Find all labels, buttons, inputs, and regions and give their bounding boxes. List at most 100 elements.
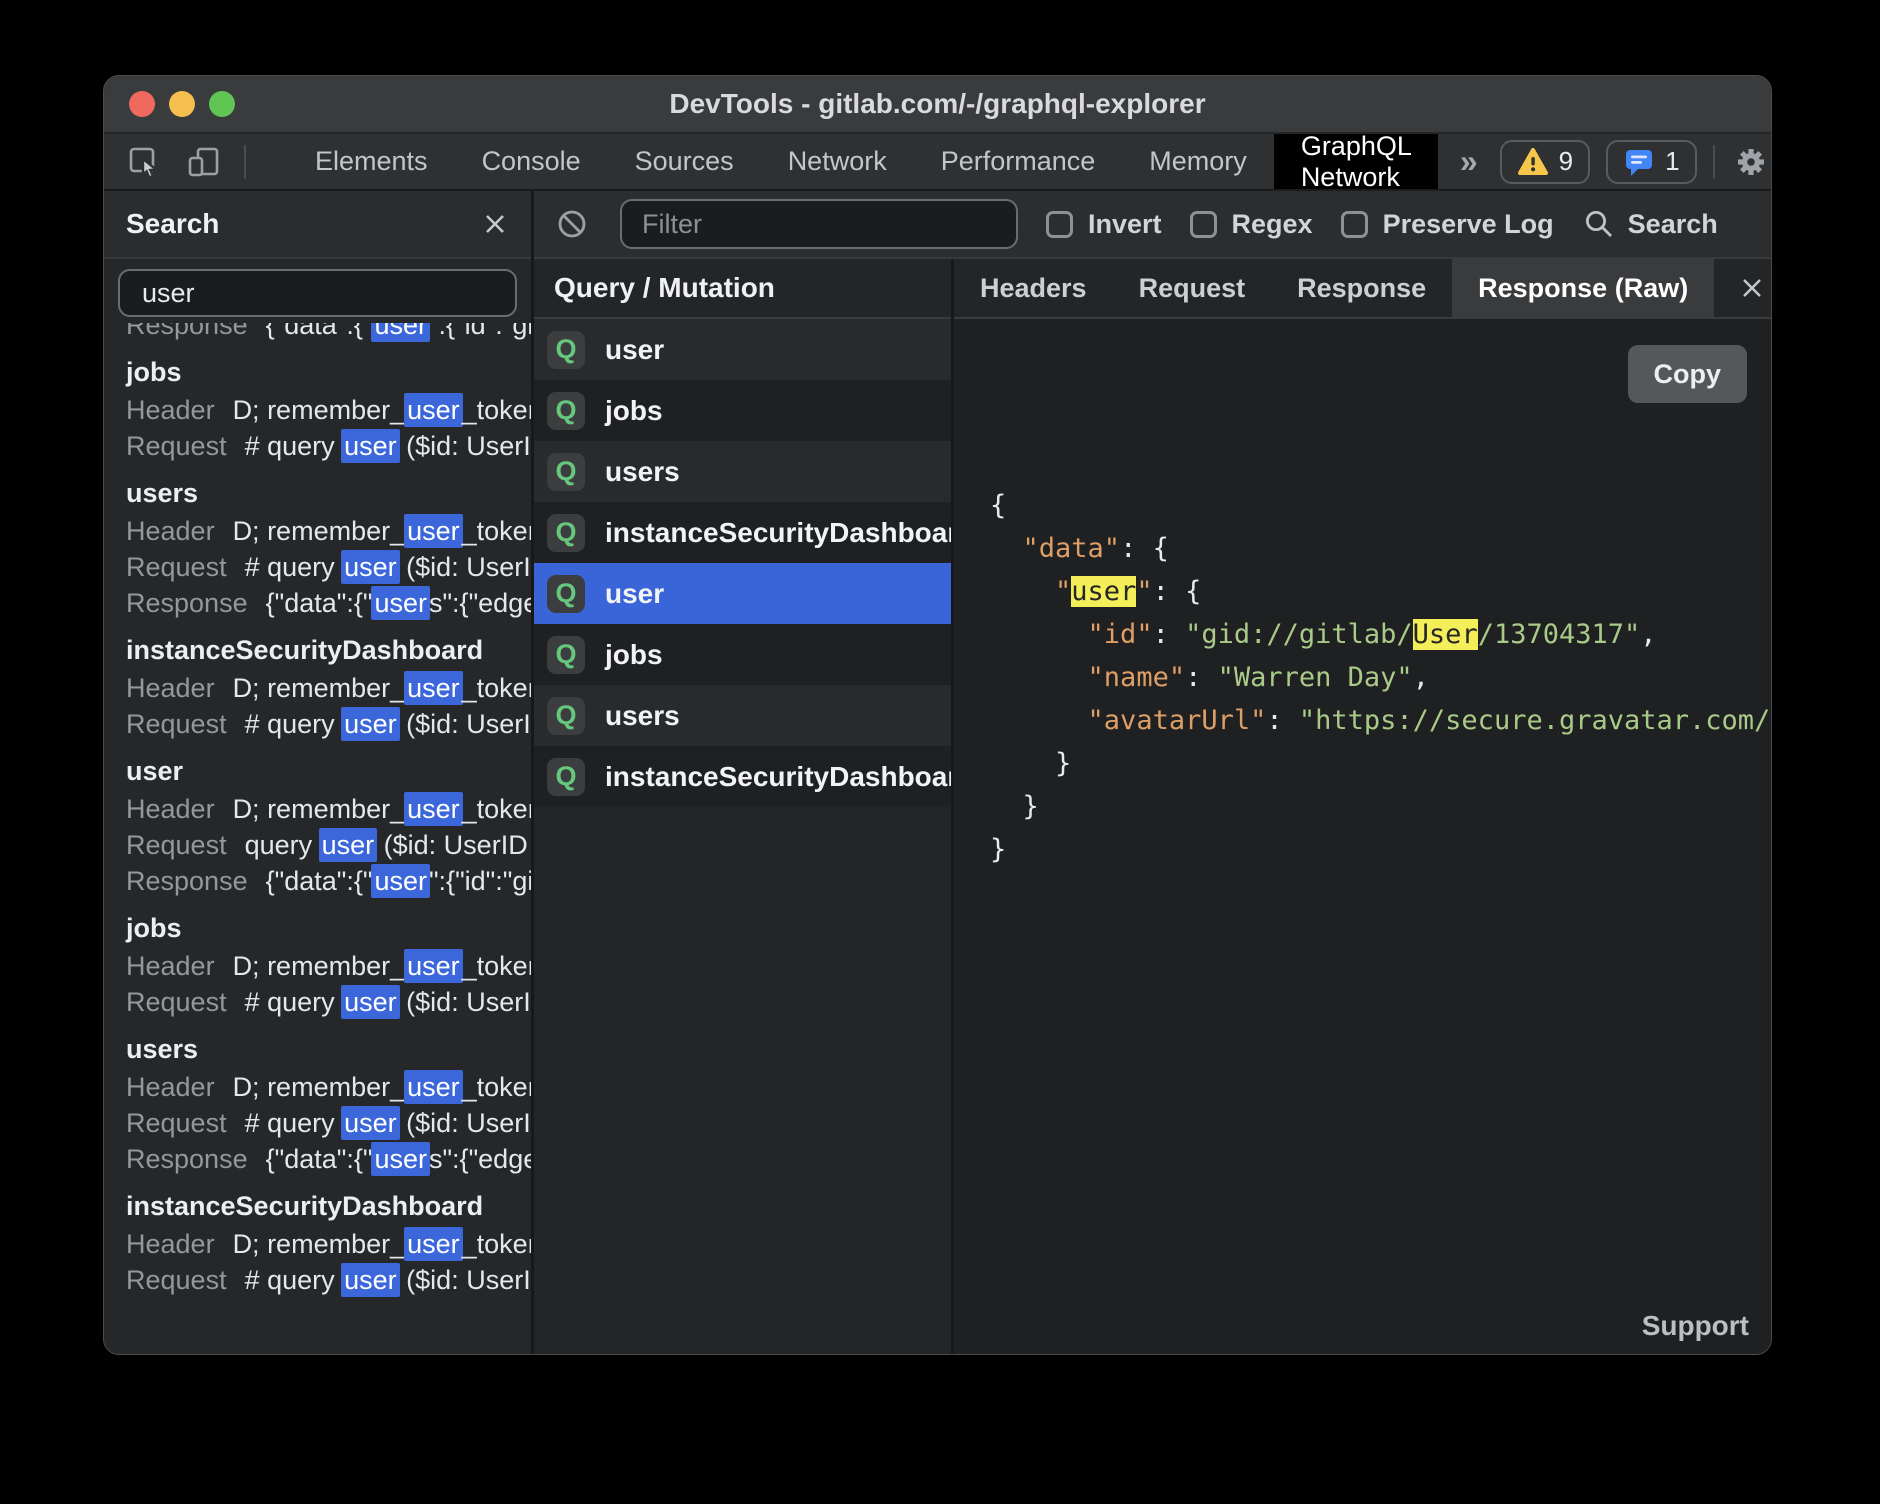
clear-requests-icon[interactable] [552, 202, 592, 246]
query-list-item-jobs[interactable]: Qjobs [534, 380, 951, 441]
preserve-log-checkbox-group[interactable]: Preserve Log [1341, 209, 1554, 240]
tab-performance[interactable]: Performance [914, 134, 1123, 189]
response-raw-json: Copy { "data": { "user": { "id": "gid://… [954, 319, 1771, 1354]
result-field-value: D; remember_user_token=ey [233, 1072, 531, 1102]
filter-input[interactable] [620, 199, 1018, 249]
query-list-item-user[interactable]: Quser [534, 563, 951, 624]
search-input[interactable] [118, 269, 517, 317]
search-result-line[interactable]: HeaderD; remember_user_token=ey [126, 1069, 531, 1105]
query-list-item-label: jobs [605, 639, 663, 671]
query-list-item-users[interactable]: Qusers [534, 441, 951, 502]
search-close-icon[interactable] [481, 210, 509, 238]
tab-console[interactable]: Console [455, 134, 608, 189]
search-result-line[interactable]: Request # query user ($id: UserID [126, 549, 531, 585]
detail-tab-response-raw-[interactable]: Response (Raw) [1452, 259, 1714, 317]
json-line: { [990, 484, 1771, 527]
search-result-line[interactable]: Request# query user ($id: UserID [126, 706, 531, 742]
query-list-item-label: jobs [605, 395, 663, 427]
detail-close-icon[interactable] [1714, 259, 1772, 317]
search-result-line[interactable]: Request# query user ($id: UserID [126, 428, 531, 464]
detail-tab-headers[interactable]: Headers [954, 259, 1113, 317]
search-result-line[interactable]: Response{"data":{"users":{"edges": [126, 1141, 531, 1177]
search-result-line[interactable]: HeaderD; remember_user_token=ey [126, 513, 531, 549]
result-field-label: Request [126, 431, 227, 461]
result-field-value: # query user ($id: UserID [245, 987, 531, 1017]
zoom-window-button[interactable] [209, 91, 235, 117]
regex-checkbox[interactable] [1190, 211, 1217, 238]
search-result-section-title[interactable]: users [126, 473, 531, 513]
match-highlight: user [404, 1070, 463, 1104]
result-field-label: Request [126, 709, 227, 739]
preserve-log-checkbox[interactable] [1341, 211, 1368, 238]
search-result-section-title[interactable]: user [126, 751, 531, 791]
search-result-section-title[interactable]: users [126, 1029, 531, 1069]
result-field-label: Header [126, 516, 215, 546]
tab-elements[interactable]: Elements [288, 134, 455, 189]
invert-checkbox-group[interactable]: Invert [1046, 209, 1162, 240]
tab-memory[interactable]: Memory [1122, 134, 1274, 189]
search-result-line[interactable]: Response{"data":{"user":{"id":"gid [126, 323, 531, 343]
warning-badge[interactable]: 9 [1500, 140, 1590, 184]
search-result-line[interactable]: Response{"data":{"user":{"id":"gid [126, 863, 531, 899]
warning-count: 9 [1559, 146, 1573, 177]
search-results: Response{"data":{"user":{"id":"gidjobsHe… [104, 323, 531, 1354]
result-field-label: Header [126, 395, 215, 425]
more-tabs-chevron-icon[interactable]: » [1438, 134, 1500, 189]
json-line: "avatarUrl": "https://secure.gravatar.co… [990, 699, 1771, 742]
message-count: 1 [1665, 146, 1679, 177]
match-highlight: user [341, 707, 400, 741]
search-result-line[interactable]: HeaderD; remember_user_token=ey [126, 392, 531, 428]
search-result-section-title[interactable]: jobs [126, 352, 531, 392]
result-field-value: # query user ($id: UserID [245, 552, 531, 582]
search-panel-title: Search [126, 208, 481, 240]
match-highlight: user [371, 586, 430, 620]
query-list-item-label: user [605, 334, 664, 366]
json-line: "user": { [990, 570, 1771, 613]
result-field-value: # query user ($id: UserID [245, 1108, 531, 1138]
match-highlight: user [404, 949, 463, 983]
search-toggle[interactable]: Search [1582, 207, 1718, 241]
search-result-line[interactable]: Request# query user ($id: UserID [126, 1262, 531, 1298]
result-field-label: Response [126, 323, 248, 340]
search-result-line[interactable]: HeaderD; remember_user_token=ey [126, 791, 531, 827]
search-result-line[interactable]: Request# query user ($id: UserID [126, 1105, 531, 1141]
result-field-label: Header [126, 673, 215, 703]
detail-tab-request[interactable]: Request [1113, 259, 1272, 317]
result-field-label: Request [126, 552, 227, 582]
device-toolbar-icon[interactable] [184, 140, 224, 184]
tab-graphql-network[interactable]: GraphQL Network [1274, 134, 1438, 189]
match-highlight: user [404, 514, 463, 548]
support-link[interactable]: Support [1642, 1310, 1749, 1342]
query-list-item-user[interactable]: Quser [534, 319, 951, 380]
query-list-item-instanceSecurityDashboard[interactable]: QinstanceSecurityDashboard [534, 502, 951, 563]
settings-gear-icon[interactable] [1731, 140, 1771, 184]
result-field-label: Request [126, 987, 227, 1017]
query-list-item-instanceSecurityDashboard[interactable]: QinstanceSecurityDashboard [534, 746, 951, 807]
invert-checkbox[interactable] [1046, 211, 1073, 238]
inspect-element-icon[interactable] [124, 140, 164, 184]
query-list-item-jobs[interactable]: Qjobs [534, 624, 951, 685]
search-result-line[interactable]: Request # query user ($id: UserID [126, 984, 531, 1020]
message-badge[interactable]: 1 [1606, 140, 1696, 184]
minimize-window-button[interactable] [169, 91, 195, 117]
search-result-section-title[interactable]: instanceSecurityDashboard [126, 1186, 531, 1226]
search-result-line[interactable]: HeaderD; remember_user_token=ey [126, 948, 531, 984]
query-list-item-users[interactable]: Qusers [534, 685, 951, 746]
close-window-button[interactable] [129, 91, 155, 117]
match-highlight: user [341, 429, 400, 463]
tab-network[interactable]: Network [761, 134, 914, 189]
detail-tab-response[interactable]: Response [1271, 259, 1452, 317]
search-result-line[interactable]: HeaderD; remember_user_token=ey [126, 1226, 531, 1262]
result-field-label: Response [126, 1144, 248, 1174]
search-result-line[interactable]: Requestquery user ($id: UserID [126, 827, 531, 863]
result-field-label: Request [126, 1265, 227, 1295]
search-result-section-title[interactable]: jobs [126, 908, 531, 948]
search-result-line[interactable]: Response{"data":{"users":{"edges": [126, 585, 531, 621]
copy-button[interactable]: Copy [1628, 345, 1748, 403]
tab-sources[interactable]: Sources [608, 134, 761, 189]
preserve-log-label: Preserve Log [1383, 209, 1554, 240]
search-result-line[interactable]: HeaderD; remember_user_token=ey [126, 670, 531, 706]
regex-checkbox-group[interactable]: Regex [1190, 209, 1313, 240]
search-result-section-title[interactable]: instanceSecurityDashboard [126, 630, 531, 670]
query-type-icon: Q [547, 636, 585, 674]
